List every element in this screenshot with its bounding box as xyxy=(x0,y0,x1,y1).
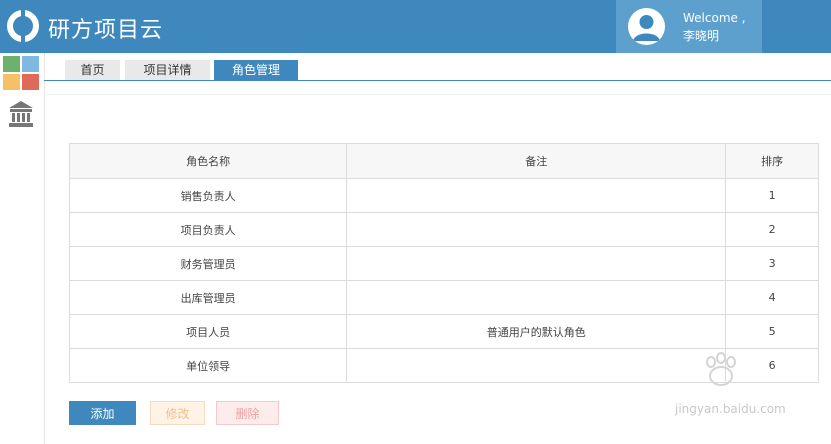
user-avatar-icon[interactable] xyxy=(628,8,665,45)
tile-blue xyxy=(22,56,39,72)
role-name-cell: 单位领导 xyxy=(68,348,348,383)
tile-red xyxy=(22,74,39,90)
sidebar xyxy=(0,53,45,444)
user-panel[interactable]: Welcome , 李晓明 xyxy=(616,0,762,53)
app-title: 研方项目云 xyxy=(48,18,164,43)
delete-button[interactable]: 删除 xyxy=(216,401,279,425)
tab-role-management[interactable]: 角色管理 xyxy=(214,60,298,81)
role-name-cell: 项目人员 xyxy=(68,314,348,349)
tab-divider xyxy=(44,80,831,81)
watermark: jingyan.baidu.com xyxy=(635,352,815,427)
order-cell: 3 xyxy=(725,246,819,281)
add-button[interactable]: 添加 xyxy=(69,401,136,425)
role-name-cell: 项目负责人 xyxy=(68,212,348,247)
table-row[interactable]: 项目负责人 2 xyxy=(68,212,819,247)
remark-cell xyxy=(346,246,727,281)
column-header-remark[interactable]: 备注 xyxy=(346,143,727,179)
roles-table: 角色名称 备注 排序 销售负责人 1 项目负责人 2 财务管理员 3 出库管理员… xyxy=(68,143,819,383)
column-header-order[interactable]: 排序 xyxy=(725,143,819,179)
bank-icon[interactable] xyxy=(8,100,34,128)
role-name-cell: 财务管理员 xyxy=(68,246,348,281)
top-header: 研方项目云 Welcome , 李晓明 xyxy=(0,0,831,53)
baidu-paw-icon xyxy=(706,352,736,386)
table-header-row: 角色名称 备注 排序 xyxy=(68,143,819,179)
table-row[interactable]: 出库管理员 4 xyxy=(68,280,819,315)
tab-project-details[interactable]: 项目详情 xyxy=(125,60,210,81)
remark-cell: 普通用户的默认角色 xyxy=(346,314,727,349)
tile-yellow xyxy=(3,74,20,90)
app-tiles-icon[interactable] xyxy=(3,56,39,90)
column-header-role-name[interactable]: 角色名称 xyxy=(68,143,348,179)
order-cell: 5 xyxy=(725,314,819,349)
role-name-cell: 出库管理员 xyxy=(68,280,348,315)
edit-button[interactable]: 修改 xyxy=(150,401,205,425)
order-cell: 1 xyxy=(725,178,819,213)
order-cell: 4 xyxy=(725,280,819,315)
tab-bar: 首页 项目详情 角色管理 xyxy=(44,53,831,81)
table-row[interactable]: 财务管理员 3 xyxy=(68,246,819,281)
remark-cell xyxy=(346,212,727,247)
content-divider xyxy=(44,94,831,95)
table-row[interactable]: 项目人员 普通用户的默认角色 5 xyxy=(68,314,819,349)
order-cell: 2 xyxy=(725,212,819,247)
app-logo-icon xyxy=(7,9,39,43)
tab-home[interactable]: 首页 xyxy=(65,60,120,81)
watermark-text: jingyan.baidu.com xyxy=(675,402,786,416)
user-name: 李晓明 xyxy=(683,29,720,43)
welcome-text: Welcome , xyxy=(683,11,746,25)
tile-green xyxy=(3,56,20,72)
table-row[interactable]: 销售负责人 1 xyxy=(68,178,819,213)
role-name-cell: 销售负责人 xyxy=(68,178,348,213)
remark-cell xyxy=(346,178,727,213)
remark-cell xyxy=(346,280,727,315)
